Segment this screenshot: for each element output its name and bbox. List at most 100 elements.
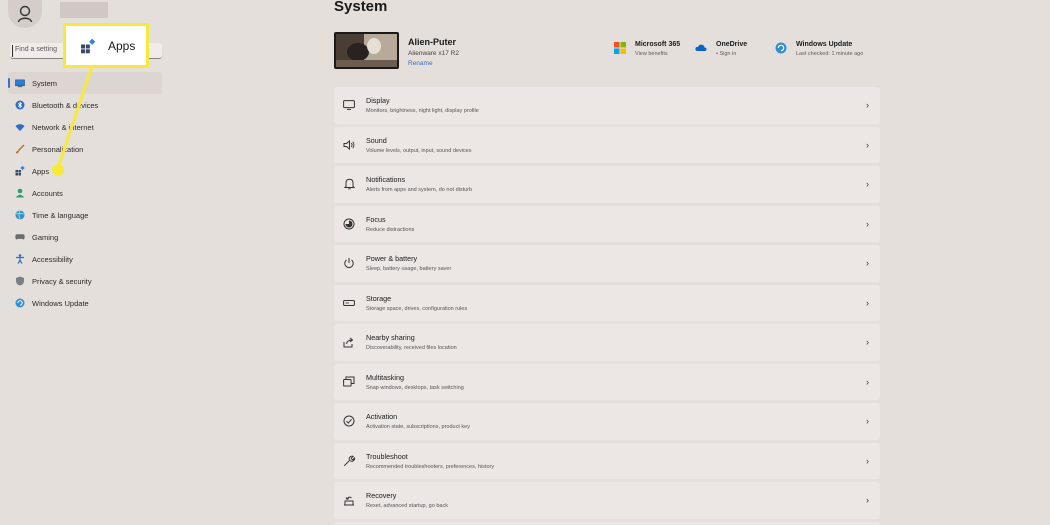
chevron-right-icon: › (866, 376, 869, 387)
sidebar-item-accounts[interactable]: Accounts (0, 182, 165, 204)
setting-description: Activation state, subscriptions, product… (366, 424, 470, 431)
chevron-right-icon: › (866, 218, 869, 229)
quick-link-onedrive[interactable]: OneDrive • Sign in (695, 41, 747, 57)
quick-link-subtitle: Last checked: 1 minute ago (796, 51, 864, 57)
cloud-icon (695, 44, 707, 51)
wifi-icon (15, 122, 25, 132)
sidebar-item-network[interactable]: Network & internet (0, 116, 165, 138)
sidebar-item-personalization[interactable]: Personalization (0, 138, 165, 160)
sidebar-item-label: Bluetooth & devices (32, 100, 99, 110)
sidebar-item-label: Time & language (32, 210, 89, 220)
sidebar-item-time-language[interactable]: Time & language (0, 204, 165, 226)
setting-description: Volume levels, output, input, sound devi… (366, 147, 472, 154)
sidebar-item-system[interactable]: System (8, 72, 162, 94)
callout-dot (52, 164, 64, 176)
setting-title: Focus (366, 214, 386, 224)
setting-row-troubleshoot[interactable]: Troubleshoot Recommended troubleshooters,… (334, 442, 880, 479)
sidebar-item-privacy-security[interactable]: Privacy & security (0, 270, 165, 292)
sidebar-item-label: System (32, 78, 58, 88)
rename-link[interactable]: Rename (408, 60, 433, 67)
sidebar-item-apps[interactable]: Apps (0, 160, 165, 182)
sidebar-item-bluetooth[interactable]: Bluetooth & devices (0, 94, 165, 116)
user-name-redacted (60, 2, 108, 18)
setting-title: Nearby sharing (366, 333, 415, 343)
sidebar-item-accessibility[interactable]: Accessibility (0, 248, 165, 270)
quick-link-subtitle: • Sign in (716, 51, 737, 57)
chevron-right-icon: › (866, 297, 869, 308)
sidebar-item-label: Network & internet (32, 122, 94, 132)
quick-link-title: Windows Update (796, 41, 853, 48)
quick-link-subtitle: View benefits (635, 51, 668, 57)
sidebar-item-label: Windows Update (32, 298, 89, 308)
apps-icon (15, 166, 25, 176)
globe-icon (15, 210, 25, 220)
setting-title: Troubleshoot (366, 451, 408, 461)
setting-title: Notifications (366, 175, 406, 185)
quick-link-title: Microsoft 365 (635, 41, 681, 48)
device-model: Alienware x17 R2 (408, 50, 459, 57)
setting-row-storage[interactable]: Storage Storage space, drives, configurat… (334, 284, 880, 321)
system-icon (15, 78, 25, 88)
setting-title: Recovery (366, 491, 397, 501)
setting-row-focus[interactable]: Focus Reduce distractions › (334, 205, 880, 242)
main-content: System Alien-Puter Alienware x17 R2 Rena… (334, 0, 882, 525)
sidebar-item-label: Accessibility (32, 254, 73, 264)
microsoft-logo-icon (614, 42, 626, 54)
setting-row-notifications[interactable]: Notifications Alerts from apps and system… (334, 166, 880, 203)
sidebar: Find a setting System Bluetooth & device… (0, 0, 330, 525)
quick-link-title: OneDrive (716, 41, 748, 48)
chevron-right-icon: › (866, 179, 869, 189)
callout-label: Apps (108, 38, 136, 53)
setting-description: Snap windows, desktops, task switching (366, 384, 464, 391)
chevron-right-icon: › (866, 100, 869, 110)
setting-row-partial (334, 521, 880, 525)
setting-title: Activation (366, 412, 398, 422)
setting-description: Discoverability, received files location (366, 345, 457, 352)
setting-description: Recommended troubleshooters, preferences… (366, 463, 495, 470)
sidebar-item-gaming[interactable]: Gaming (0, 226, 165, 248)
brush-icon (15, 144, 25, 154)
setting-title: Storage (366, 293, 392, 303)
power-icon (342, 256, 356, 270)
person-icon (17, 5, 33, 23)
sidebar-item-windows-update[interactable]: Windows Update (0, 292, 165, 314)
setting-row-display[interactable]: Display Monitors, brightness, night light… (334, 87, 880, 124)
display-icon (342, 98, 356, 112)
setting-description: Reduce distractions (366, 226, 415, 233)
setting-row-multitasking[interactable]: Multitasking Snap windows, desktops, task… (334, 363, 880, 400)
settings-list: Display Monitors, brightness, night light… (334, 87, 880, 525)
user-avatar[interactable] (8, 0, 42, 28)
update-icon (775, 42, 787, 54)
sidebar-item-label: Accounts (32, 188, 63, 198)
recovery-icon (342, 493, 356, 507)
setting-row-power-battery[interactable]: Power & battery Sleep, battery usage, bat… (334, 245, 880, 282)
storage-icon (342, 296, 356, 310)
setting-row-nearby-sharing[interactable]: Nearby sharing Discoverability, received … (334, 324, 880, 361)
focus-icon (342, 217, 356, 231)
speaker-icon (342, 138, 356, 152)
sidebar-item-label: Privacy & security (32, 276, 92, 286)
setting-row-sound[interactable]: Sound Volume levels, output, input, sound… (334, 126, 880, 163)
sidebar-item-label: Apps (32, 166, 50, 176)
quick-link-microsoft-365[interactable]: Microsoft 365 View benefits (614, 41, 680, 57)
wrench-icon (342, 454, 356, 468)
setting-description: Alerts from apps and system, do not dist… (366, 187, 473, 194)
setting-row-activation[interactable]: Activation Activation state, subscription… (334, 403, 880, 440)
text-caret (12, 45, 13, 57)
sidebar-item-label: Personalization (32, 144, 84, 154)
apps-icon (80, 38, 96, 54)
setting-title: Power & battery (366, 254, 418, 264)
bluetooth-icon (15, 100, 25, 110)
setting-title: Sound (366, 135, 387, 145)
chevron-right-icon: › (866, 416, 869, 426)
chevron-right-icon: › (866, 337, 869, 347)
setting-row-recovery[interactable]: Recovery Reset, advanced startup, go back… (334, 482, 880, 519)
sidebar-nav: System Bluetooth & devices Network & int… (0, 72, 165, 314)
multitask-icon (342, 375, 356, 389)
quick-link-windows-update[interactable]: Windows Update Last checked: 1 minute ag… (775, 41, 863, 57)
shield-icon (15, 276, 25, 286)
accessibility-icon (15, 254, 25, 264)
setting-description: Reset, advanced startup, go back (366, 503, 448, 510)
chevron-right-icon: › (866, 455, 869, 466)
update-icon (15, 298, 25, 308)
